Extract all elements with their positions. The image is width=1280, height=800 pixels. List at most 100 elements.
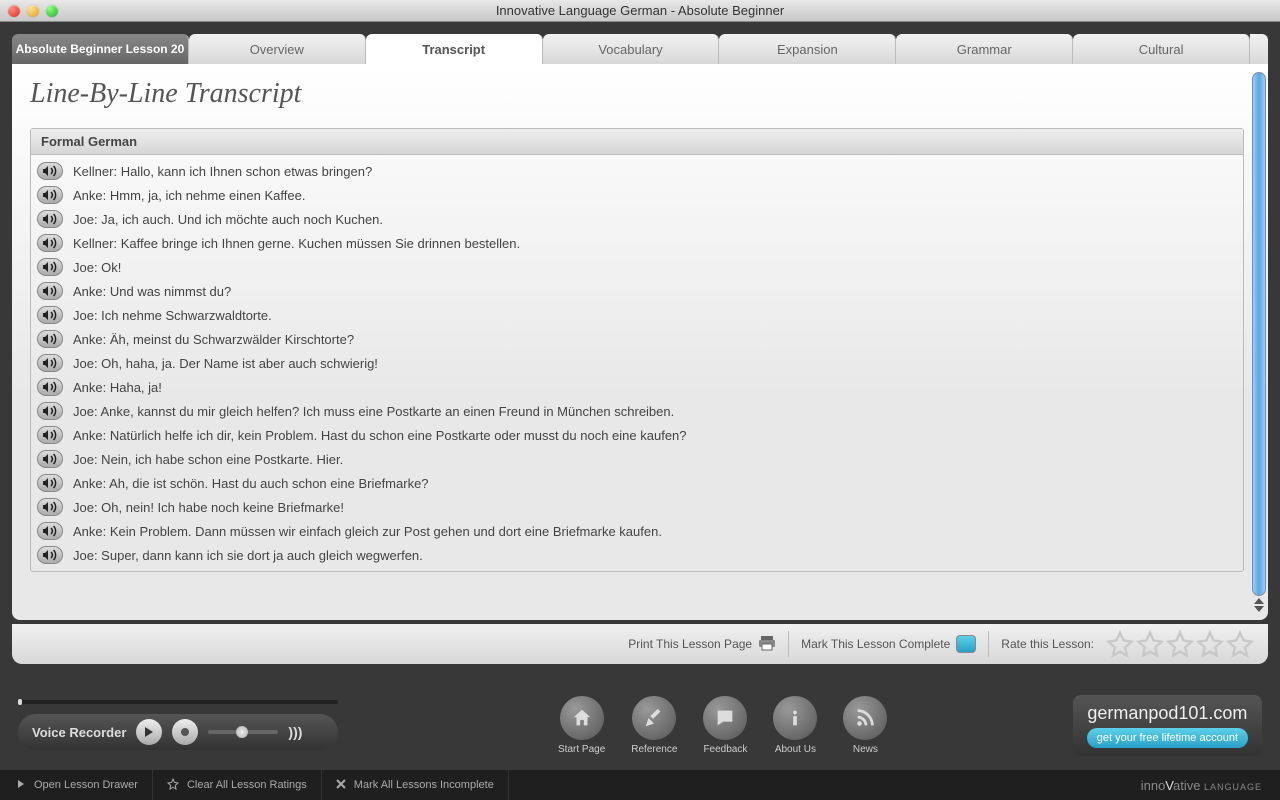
star-icon[interactable] bbox=[1196, 630, 1224, 658]
mark-incomplete-button[interactable]: Mark All Lessons Incomplete bbox=[322, 770, 509, 800]
transcript-line: Joe: Nein, ich habe schon eine Postkarte… bbox=[35, 447, 1243, 471]
brand-site: germanpod101.com bbox=[1087, 703, 1248, 724]
scroll-up-icon[interactable] bbox=[1254, 598, 1264, 604]
window-title: Innovative Language German - Absolute Be… bbox=[0, 3, 1280, 18]
transcript-line: Anke: Ah, die ist schön. Hast du auch sc… bbox=[35, 471, 1243, 495]
play-line-button[interactable] bbox=[37, 186, 63, 204]
tab-vocabulary[interactable]: Vocabulary bbox=[543, 34, 720, 64]
print-lesson-button[interactable]: Print This Lesson Page bbox=[628, 635, 776, 654]
star-outline-icon bbox=[167, 778, 179, 793]
home-icon bbox=[560, 696, 604, 740]
rate-label: Rate this Lesson: bbox=[1001, 637, 1094, 651]
star-icon[interactable] bbox=[1136, 630, 1164, 658]
bottom-toolbar: Voice Recorder ))) Start Page Reference bbox=[0, 680, 1280, 770]
transcript-line: Joe: Oh, nein! Ich habe noch keine Brief… bbox=[35, 495, 1243, 519]
transcript-line: Kellner: Hallo, kann ich Ihnen schon etw… bbox=[35, 159, 1243, 183]
info-icon bbox=[773, 696, 817, 740]
speech-bubble-icon bbox=[703, 696, 747, 740]
star-icon[interactable] bbox=[1226, 630, 1254, 658]
mark-complete-button[interactable]: Mark This Lesson Complete bbox=[801, 635, 976, 653]
clear-ratings-button[interactable]: Clear All Lesson Ratings bbox=[153, 770, 322, 800]
transcript-line: Anke: Natürlich helfe ich dir, kein Prob… bbox=[35, 423, 1243, 447]
rss-icon bbox=[843, 696, 887, 740]
line-text: Anke: Haha, ja! bbox=[73, 380, 162, 395]
line-text: Joe: Oh, nein! Ich habe noch keine Brief… bbox=[73, 500, 344, 515]
printer-icon bbox=[758, 635, 776, 654]
line-text: Anke: Ah, die ist schön. Hast du auch sc… bbox=[73, 476, 429, 491]
play-line-button[interactable] bbox=[37, 258, 63, 276]
transcript-line: Joe: Anke, kannst du mir gleich helfen? … bbox=[35, 399, 1243, 423]
line-text: Anke: Kein Problem. Dann müssen wir einf… bbox=[73, 524, 662, 539]
rating-stars[interactable] bbox=[1106, 630, 1254, 658]
play-line-button[interactable] bbox=[37, 234, 63, 252]
transcript-line: Anke: Äh, meinst du Schwarzwälder Kirsch… bbox=[35, 327, 1243, 351]
nav-news[interactable]: News bbox=[843, 696, 887, 755]
line-text: Anke: Äh, meinst du Schwarzwälder Kirsch… bbox=[73, 332, 354, 347]
line-text: Anke: Und was nimmst du? bbox=[73, 284, 231, 299]
nav-links: Start Page Reference Feedback About Us N… bbox=[558, 696, 887, 755]
line-text: Joe: Super, dann kann ich sie dort ja au… bbox=[73, 548, 423, 563]
minimize-button[interactable] bbox=[27, 5, 39, 17]
transcript-line: Anke: Haha, ja! bbox=[35, 375, 1243, 399]
footer-label: Open Lesson Drawer bbox=[34, 779, 138, 791]
cta-button[interactable]: get your free lifetime account bbox=[1087, 728, 1248, 748]
play-line-button[interactable] bbox=[37, 210, 63, 228]
star-icon[interactable] bbox=[1166, 630, 1194, 658]
nav-label: About Us bbox=[775, 744, 816, 755]
record-button[interactable] bbox=[172, 719, 198, 745]
transcript-line: Joe: Ok! bbox=[35, 255, 1243, 279]
line-text: Joe: Oh, haha, ja. Der Name ist aber auc… bbox=[73, 356, 378, 371]
star-icon[interactable] bbox=[1106, 630, 1134, 658]
tab-expansion[interactable]: Expansion bbox=[719, 34, 896, 64]
transcript-line: Anke: Und was nimmst du? bbox=[35, 279, 1243, 303]
nav-label: Start Page bbox=[558, 744, 605, 755]
play-line-button[interactable] bbox=[37, 498, 63, 516]
play-line-button[interactable] bbox=[37, 330, 63, 348]
line-text: Anke: Natürlich helfe ich dir, kein Prob… bbox=[73, 428, 687, 443]
play-line-button[interactable] bbox=[37, 402, 63, 420]
playback-progress[interactable] bbox=[18, 700, 338, 704]
tab-cultural[interactable]: Cultural bbox=[1073, 34, 1250, 64]
play-line-button[interactable] bbox=[37, 282, 63, 300]
voice-recorder-panel: Voice Recorder ))) bbox=[18, 714, 338, 750]
checkbox-icon bbox=[956, 635, 976, 653]
play-line-button[interactable] bbox=[37, 474, 63, 492]
play-line-button[interactable] bbox=[37, 450, 63, 468]
section-header: Formal German bbox=[31, 129, 1243, 155]
transcript-line: Anke: Hmm, ja, ich nehme einen Kaffee. bbox=[35, 183, 1243, 207]
tab-overview[interactable]: Overview bbox=[189, 34, 366, 64]
nav-start-page[interactable]: Start Page bbox=[558, 696, 605, 755]
x-icon bbox=[336, 779, 346, 792]
play-line-button[interactable] bbox=[37, 522, 63, 540]
brand-box: germanpod101.com get your free lifetime … bbox=[1073, 695, 1262, 756]
transcript-line: Kellner: Kaffee bringe ich Ihnen gerne. … bbox=[35, 231, 1243, 255]
line-text: Joe: Anke, kannst du mir gleich helfen? … bbox=[73, 404, 674, 419]
play-line-button[interactable] bbox=[37, 162, 63, 180]
nav-label: Reference bbox=[631, 744, 677, 755]
transcript-section: Formal German Kellner: Hallo, kann ich I… bbox=[30, 128, 1244, 572]
line-text: Joe: Ja, ich auch. Und ich möchte auch n… bbox=[73, 212, 383, 227]
nav-feedback[interactable]: Feedback bbox=[703, 696, 747, 755]
volume-slider[interactable] bbox=[208, 730, 278, 734]
footer-bar: Open Lesson Drawer Clear All Lesson Rati… bbox=[0, 770, 1280, 800]
nav-label: Feedback bbox=[703, 744, 747, 755]
lesson-indicator-tab[interactable]: Absolute Beginner Lesson 20 bbox=[12, 34, 189, 64]
tab-end-cap bbox=[1250, 34, 1268, 64]
zoom-button[interactable] bbox=[46, 5, 58, 17]
play-line-button[interactable] bbox=[37, 546, 63, 564]
play-line-button[interactable] bbox=[37, 354, 63, 372]
play-line-button[interactable] bbox=[37, 306, 63, 324]
close-button[interactable] bbox=[8, 5, 20, 17]
vertical-scrollbar[interactable] bbox=[1250, 64, 1268, 620]
tab-grammar[interactable]: Grammar bbox=[896, 34, 1073, 64]
tab-transcript[interactable]: Transcript bbox=[366, 34, 543, 64]
play-button[interactable] bbox=[136, 719, 162, 745]
print-label: Print This Lesson Page bbox=[628, 637, 752, 651]
play-line-button[interactable] bbox=[37, 378, 63, 396]
nav-reference[interactable]: Reference bbox=[631, 696, 677, 755]
play-line-button[interactable] bbox=[37, 426, 63, 444]
line-text: Joe: Ich nehme Schwarzwaldtorte. bbox=[73, 308, 272, 323]
nav-about[interactable]: About Us bbox=[773, 696, 817, 755]
scroll-down-icon[interactable] bbox=[1254, 606, 1264, 612]
open-lesson-drawer-button[interactable]: Open Lesson Drawer bbox=[0, 770, 153, 800]
